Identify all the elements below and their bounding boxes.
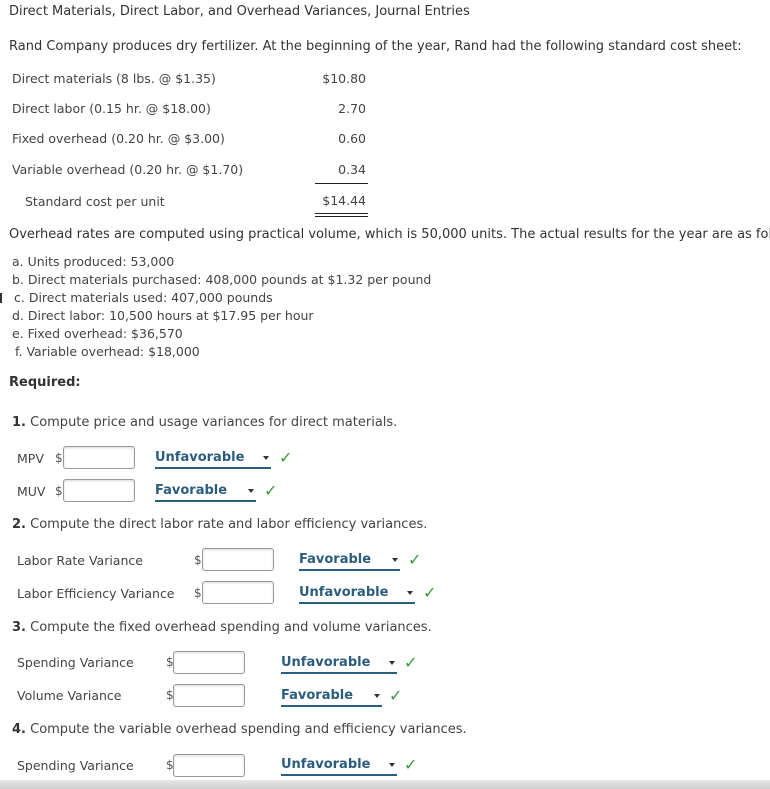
question-4: 4. Compute the variable overhead spendin… (12, 722, 467, 737)
selected-option: Unfavorable (299, 585, 389, 600)
mpv-label: MPV (17, 451, 44, 466)
chevron-down-icon (389, 763, 395, 767)
question-3: 3. Compute the fixed overhead spending a… (12, 620, 432, 635)
labor-rate-variance-label: Labor Rate Variance (17, 553, 143, 568)
chevron-down-icon (392, 558, 398, 562)
volume-variance-select[interactable]: Favorable (281, 688, 382, 707)
currency-symbol: $ (194, 553, 202, 567)
list-item: a. Units produced: 53,000 (12, 254, 175, 269)
list-item: d. Direct labor: 10,500 hours at $17.95 … (12, 308, 314, 323)
selected-option: Favorable (299, 552, 372, 567)
question-number: 3. (12, 620, 26, 635)
currency-symbol: $ (55, 451, 63, 465)
check-icon: ✓ (389, 686, 403, 705)
cost-row-label: Direct materials (8 lbs. @ $1.35) (12, 71, 216, 86)
labor-rate-variance-input[interactable] (202, 548, 274, 571)
cost-row-label: Variable overhead (0.20 hr. @ $1.70) (12, 162, 244, 177)
question-text: Compute price and usage variances for di… (25, 415, 398, 430)
fixed-spending-variance-input[interactable] (173, 651, 245, 674)
volume-variance-label: Volume Variance (17, 688, 122, 703)
variable-spending-variance-select[interactable]: Unfavorable (281, 757, 397, 776)
total-double-rule (315, 213, 368, 217)
question-2: 2. Compute the direct labor rate and lab… (12, 517, 427, 532)
chevron-down-icon (407, 591, 413, 595)
chevron-down-icon (248, 489, 254, 493)
chevron-down-icon (374, 694, 380, 698)
fixed-spending-variance-label: Spending Variance (17, 655, 134, 670)
labor-efficiency-variance-select[interactable]: Unfavorable (299, 585, 415, 604)
check-icon: ✓ (264, 481, 278, 500)
cost-row-label: Fixed overhead (0.20 hr. @ $3.00) (12, 131, 225, 146)
variable-spending-variance-input[interactable] (173, 754, 245, 777)
list-item: f. Variable overhead: $18,000 (15, 344, 200, 359)
muv-amount-input[interactable] (63, 479, 135, 502)
page-title: Direct Materials, Direct Labor, and Over… (9, 4, 470, 19)
cost-row-value: 0.34 (338, 162, 366, 177)
cost-row-value: $10.80 (322, 71, 366, 86)
labor-efficiency-variance-input[interactable] (202, 581, 274, 604)
selected-option: Favorable (155, 483, 228, 498)
cost-row-value: 2.70 (338, 101, 366, 116)
check-icon: ✓ (404, 653, 418, 672)
selected-option: Unfavorable (155, 450, 245, 465)
volume-variance-input[interactable] (173, 684, 245, 707)
question-1: 1. Compute price and usage variances for… (12, 415, 397, 430)
list-item: b. Direct materials purchased: 408,000 p… (12, 272, 432, 287)
currency-symbol: $ (55, 484, 63, 498)
check-icon: ✓ (408, 550, 422, 569)
question-number: 1. (12, 415, 26, 430)
check-icon: ✓ (279, 448, 293, 467)
list-item: c. Direct materials used: 407,000 pounds (14, 290, 273, 305)
subtotal-rule (315, 183, 368, 184)
selected-option: Unfavorable (281, 757, 371, 772)
intro-text: Rand Company produces dry fertilizer. At… (9, 39, 742, 54)
list-item: e. Fixed overhead: $36,570 (12, 326, 183, 341)
chevron-down-icon (263, 456, 269, 460)
overhead-paragraph: Overhead rates are computed using practi… (9, 227, 770, 242)
question-text: Compute the fixed overhead spending and … (25, 620, 432, 635)
total-label: Standard cost per unit (25, 194, 165, 209)
labor-rate-variance-select[interactable]: Favorable (299, 552, 400, 571)
question-text: Compute the direct labor rate and labor … (25, 517, 428, 532)
selected-option: Favorable (281, 688, 354, 703)
left-edge-marker (0, 293, 2, 303)
labor-efficiency-variance-label: Labor Efficiency Variance (17, 586, 175, 601)
check-icon: ✓ (404, 755, 418, 774)
bottom-scroll-edge (0, 780, 770, 789)
required-heading: Required: (9, 375, 81, 390)
total-value: $14.44 (322, 193, 366, 208)
question-number: 2. (12, 517, 26, 532)
mpv-amount-input[interactable] (63, 446, 135, 469)
muv-label: MUV (17, 484, 46, 499)
cost-row-label: Direct labor (0.15 hr. @ $18.00) (12, 101, 211, 116)
fixed-spending-variance-select[interactable]: Unfavorable (281, 655, 397, 674)
muv-direction-select[interactable]: Favorable (155, 483, 256, 502)
question-number: 4. (12, 722, 26, 737)
selected-option: Unfavorable (281, 655, 371, 670)
chevron-down-icon (389, 661, 395, 665)
currency-symbol: $ (194, 586, 202, 600)
mpv-direction-select[interactable]: Unfavorable (155, 450, 271, 469)
question-text: Compute the variable overhead spending a… (25, 722, 467, 737)
variable-spending-variance-label: Spending Variance (17, 758, 134, 773)
cost-row-value: 0.60 (338, 131, 366, 146)
check-icon: ✓ (423, 583, 437, 602)
